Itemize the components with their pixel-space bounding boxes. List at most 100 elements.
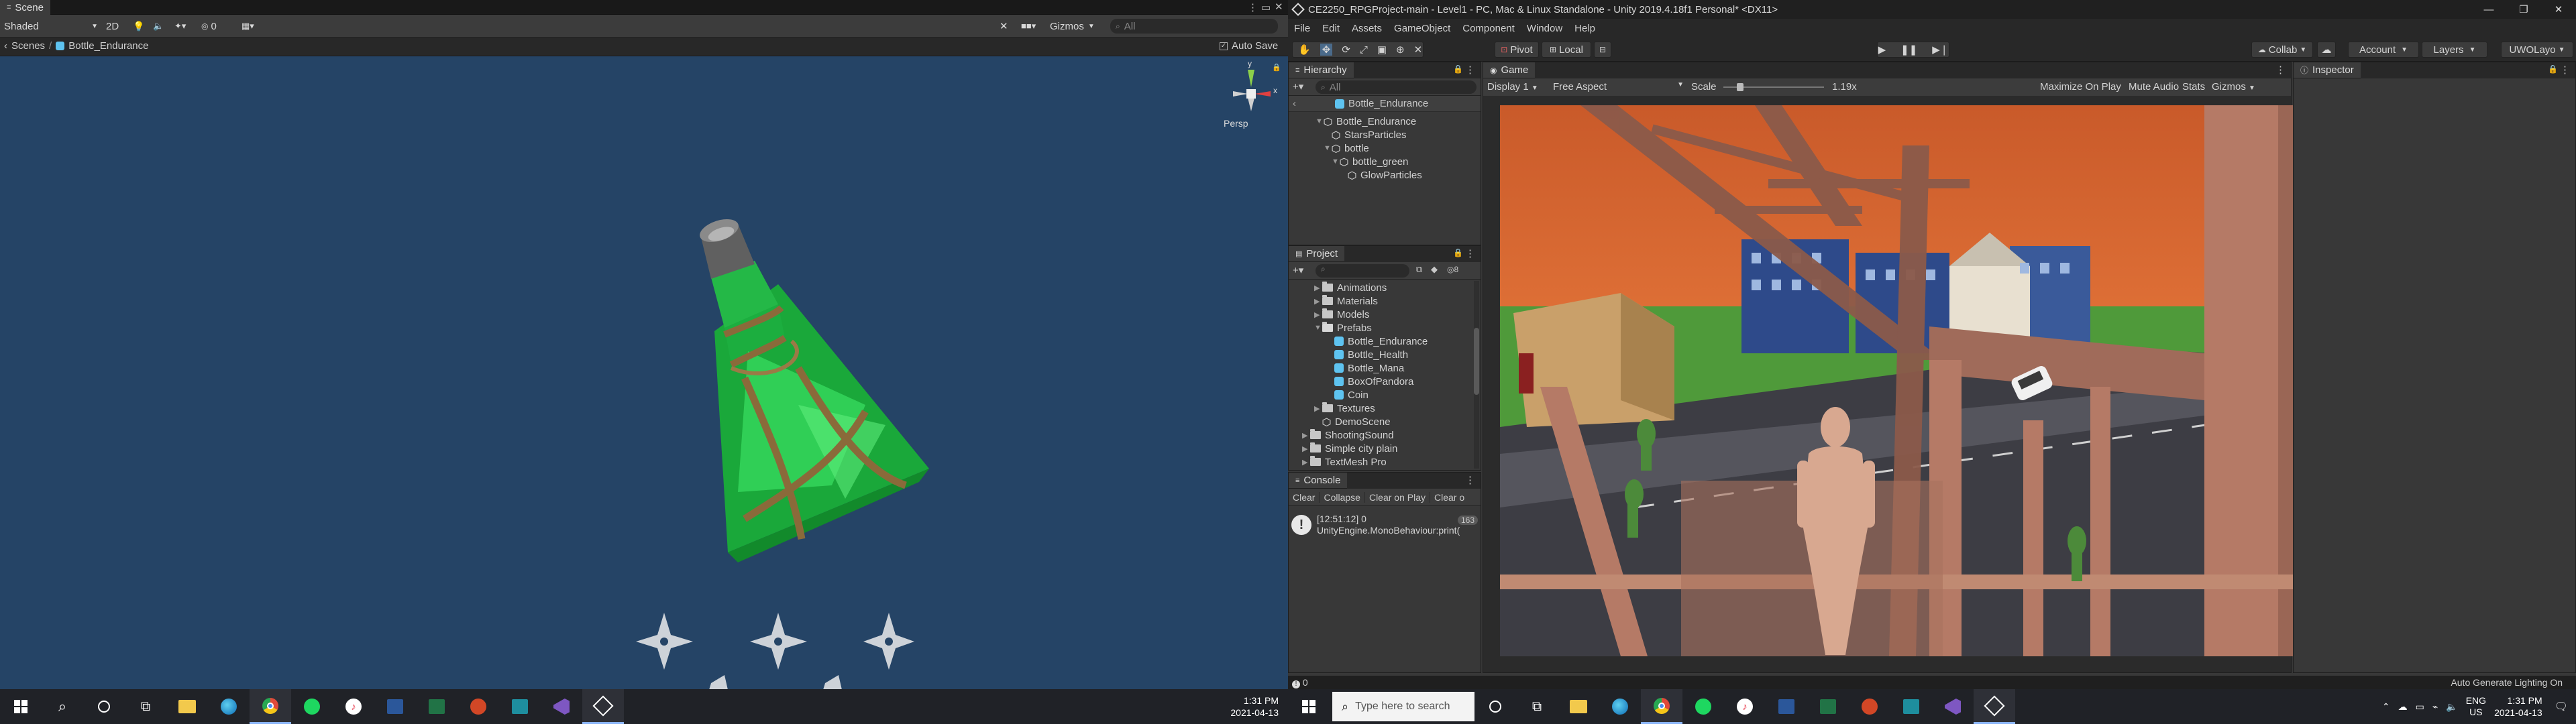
language-indicator[interactable]: ENG US bbox=[2466, 695, 2486, 718]
scene-viewport[interactable]: y x 🔒 Persp bbox=[0, 56, 1288, 689]
edge-button[interactable] bbox=[208, 689, 250, 724]
tray-volume-icon[interactable]: 🔈 bbox=[2446, 701, 2457, 713]
word-button[interactable] bbox=[1766, 689, 1807, 724]
collab-dropdown[interactable]: ☁ Collab ▼ bbox=[2251, 42, 2313, 58]
music-button[interactable]: ♪ bbox=[333, 689, 374, 724]
panel-menu-icon[interactable]: ⋮ bbox=[1465, 64, 1475, 76]
tray-cloud-icon[interactable]: ☁ bbox=[2398, 701, 2408, 713]
list-item[interactable]: Bottle_Mana bbox=[1289, 361, 1481, 375]
game-viewport[interactable] bbox=[1500, 105, 2322, 656]
tab-console[interactable]: ≡ Console bbox=[1289, 473, 1348, 489]
clear-on-build-button[interactable]: Clear o bbox=[1430, 492, 1468, 503]
scene-close-icon[interactable]: ✕ bbox=[1275, 1, 1283, 13]
slider-thumb[interactable] bbox=[1737, 83, 1743, 91]
play-icon[interactable]: ▶ bbox=[1878, 44, 1886, 56]
aspect-dropdown[interactable]: Free Aspect ▼ bbox=[1553, 81, 1684, 93]
task-view-button[interactable]: ⧉ bbox=[125, 689, 166, 724]
maximize-icon[interactable]: ❐ bbox=[2506, 3, 2541, 15]
tab-hierarchy[interactable]: ≡ Hierarchy bbox=[1289, 62, 1354, 78]
tray-network-icon[interactable]: ⌁ bbox=[2432, 701, 2438, 713]
cortana-button[interactable] bbox=[1474, 689, 1516, 724]
panel-menu-icon[interactable]: ⋮ bbox=[1465, 247, 1475, 259]
expand-arrow-icon[interactable]: ▼ bbox=[1316, 117, 1324, 125]
create-plus-icon[interactable]: +▾ bbox=[1293, 264, 1303, 276]
game-gizmos-dropdown[interactable]: Gizmos ▼ bbox=[2212, 81, 2255, 93]
list-item[interactable]: ▶ ShootingSound bbox=[1289, 428, 1481, 442]
crumb-scenes[interactable]: Scenes bbox=[11, 40, 45, 52]
chrome-button[interactable] bbox=[1641, 689, 1682, 724]
list-item[interactable]: ▼ bottle bbox=[1289, 141, 1481, 155]
tab-game[interactable]: ◉ Game bbox=[1483, 62, 1536, 78]
expand-arrow-icon[interactable]: ▶ bbox=[1302, 444, 1310, 453]
scene-maximize-icon[interactable]: ▭ bbox=[1261, 1, 1271, 13]
task-view-button[interactable]: ⧉ bbox=[1516, 689, 1558, 724]
layout-dropdown[interactable]: UWOLayo ▼ bbox=[2501, 42, 2573, 58]
expand-arrow-icon[interactable]: ▶ bbox=[1314, 297, 1322, 306]
expand-arrow-icon[interactable]: ▶ bbox=[1302, 458, 1310, 467]
scale-tool-icon[interactable]: ⤢ bbox=[1360, 44, 1368, 56]
hand-tool-icon[interactable]: ✋ bbox=[1298, 44, 1311, 56]
lighting-toggle-icon[interactable]: 💡 bbox=[133, 19, 144, 34]
gizmos-dropdown[interactable]: Gizmos ▼ bbox=[1050, 19, 1095, 34]
list-item[interactable]: ▼ bottle_green bbox=[1289, 155, 1481, 168]
orientation-gizmo[interactable]: y x 🔒 Persp bbox=[1218, 59, 1285, 137]
display-dropdown[interactable]: Display 1 ▼ bbox=[1487, 81, 1538, 93]
expand-arrow-icon[interactable]: ▼ bbox=[1324, 144, 1332, 152]
tray-chevron-up-icon[interactable]: ⌃ bbox=[2382, 701, 2390, 713]
expand-arrow-icon[interactable]: ▼ bbox=[1332, 158, 1340, 166]
expand-arrow-icon[interactable]: ▶ bbox=[1314, 310, 1322, 319]
local-toggle[interactable]: ⊞ Local bbox=[1542, 42, 1591, 58]
transform-tool-icon[interactable]: ⊕ bbox=[1396, 44, 1405, 56]
shuriken-models[interactable] bbox=[634, 603, 916, 689]
crumb-prefab[interactable]: Bottle_Endurance bbox=[68, 40, 148, 52]
list-item[interactable]: ▶ TextMesh Pro bbox=[1289, 455, 1481, 469]
panel-menu-icon[interactable]: ⋮ bbox=[2275, 64, 2286, 76]
snap-toggle[interactable]: ⊟ bbox=[1594, 42, 1611, 58]
lock-icon[interactable]: 🔒 bbox=[1272, 63, 1281, 72]
expand-arrow-icon[interactable]: ▼ bbox=[1314, 324, 1322, 332]
grid-toggle-icon[interactable]: ▦▾ bbox=[241, 19, 254, 34]
unity-button[interactable] bbox=[582, 689, 624, 724]
expand-arrow-icon[interactable]: ▶ bbox=[1314, 404, 1322, 413]
audio-toggle-icon[interactable]: 🔈 bbox=[153, 19, 164, 34]
hidden-packages-toggle[interactable]: ◎8 bbox=[1447, 265, 1458, 274]
lock-icon[interactable]: 🔒 bbox=[2548, 64, 2558, 74]
maximize-on-play-toggle[interactable]: Maximize On Play bbox=[2040, 81, 2121, 93]
list-item[interactable]: ▶ Materials bbox=[1289, 294, 1481, 308]
create-plus-icon[interactable]: +▾ bbox=[1293, 80, 1303, 93]
list-item[interactable]: BoxOfPandora bbox=[1289, 375, 1481, 388]
auto-save-toggle[interactable]: ✓ Auto Save bbox=[1220, 40, 1278, 52]
stats-toggle[interactable]: Stats bbox=[2182, 81, 2205, 93]
expand-arrow-icon[interactable]: ▶ bbox=[1314, 284, 1322, 292]
taskbar-search-input[interactable]: ⌕ Type here to search bbox=[1332, 692, 1474, 721]
pause-icon[interactable]: ❚❚ bbox=[1900, 44, 1917, 56]
list-item[interactable]: StarsParticles bbox=[1289, 128, 1481, 141]
project-search-input[interactable]: ⌕ bbox=[1316, 264, 1409, 278]
list-item[interactable]: DemoScene bbox=[1289, 415, 1481, 428]
filter-type-icon[interactable]: ⧉ bbox=[1416, 264, 1422, 275]
rect-tool-icon[interactable]: ▣ bbox=[1377, 44, 1387, 56]
list-item[interactable]: Bottle_Endurance bbox=[1289, 335, 1481, 348]
step-icon[interactable]: ▶❘ bbox=[1932, 44, 1948, 56]
menu-gameobject[interactable]: GameObject bbox=[1388, 23, 1456, 34]
unity-button[interactable] bbox=[1974, 689, 2015, 724]
collapse-button[interactable]: Collapse bbox=[1320, 491, 1365, 503]
hidden-objects-toggle[interactable]: ◎ 0 bbox=[201, 19, 217, 34]
start-button[interactable] bbox=[1288, 689, 1330, 724]
scene-tab-menu-icon[interactable]: ⋮ bbox=[1248, 1, 1258, 13]
back-chevron-icon[interactable]: ‹ bbox=[1293, 98, 1296, 109]
list-item[interactable]: ▼ Bottle_Endurance bbox=[1289, 115, 1481, 128]
menu-window[interactable]: Window bbox=[1521, 23, 1568, 34]
list-item[interactable]: Bottle_Health bbox=[1289, 348, 1481, 361]
move-tool-icon[interactable]: ✥ bbox=[1320, 44, 1333, 56]
search-button[interactable]: ⌕ bbox=[42, 689, 83, 724]
menu-assets[interactable]: Assets bbox=[1346, 23, 1388, 34]
menu-edit[interactable]: Edit bbox=[1316, 23, 1346, 34]
excel-button[interactable] bbox=[416, 689, 458, 724]
start-button[interactable] bbox=[0, 689, 42, 724]
clear-button[interactable]: Clear bbox=[1289, 491, 1320, 503]
powerpoint-button[interactable] bbox=[458, 689, 499, 724]
app-button[interactable] bbox=[499, 689, 541, 724]
tray-battery-icon[interactable]: ▭ bbox=[2416, 701, 2424, 713]
visual-studio-button[interactable] bbox=[1932, 689, 1974, 724]
